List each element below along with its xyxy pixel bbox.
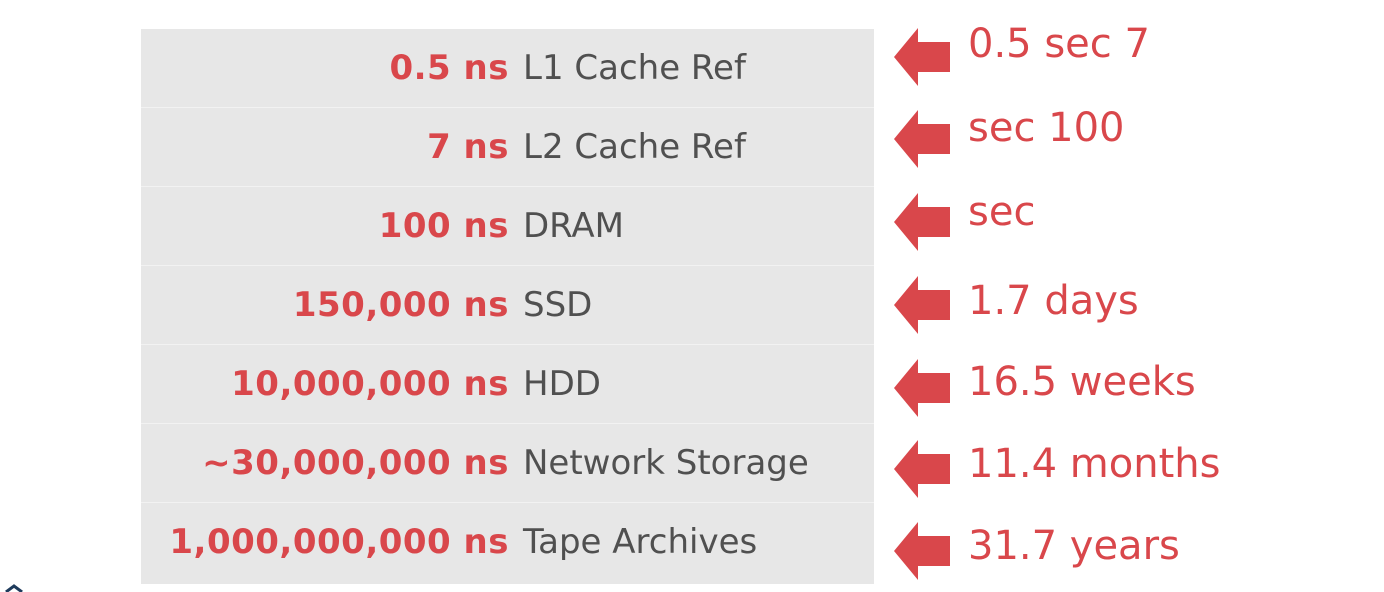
storage-label: Tape Archives — [523, 522, 758, 562]
left-arrow-icon — [894, 276, 950, 334]
slide: 0.5 ns L1 Cache Ref 7 ns L2 Cache Ref 10… — [0, 0, 1384, 592]
latency-value: 10,000,000 ns — [231, 364, 509, 404]
storage-label: L2 Cache Ref — [523, 127, 746, 167]
storage-label: SSD — [523, 285, 593, 325]
corner-decoration-icon — [5, 584, 23, 592]
latency-value: 1,000,000,000 ns — [169, 522, 509, 562]
latency-value: 100 ns — [378, 206, 509, 246]
human-scale-note: sec — [968, 189, 1036, 235]
left-arrow-icon — [894, 359, 950, 417]
latency-value: 0.5 ns — [389, 48, 509, 88]
table-row: 150,000 ns SSD — [141, 266, 874, 345]
left-arrow-icon — [894, 110, 950, 168]
left-arrow-icon — [894, 28, 950, 86]
table-row: 10,000,000 ns HDD — [141, 345, 874, 424]
storage-label: L1 Cache Ref — [523, 48, 746, 88]
table-row: 100 ns DRAM — [141, 187, 874, 266]
left-arrow-icon — [894, 440, 950, 498]
human-scale-note: 11.4 months — [968, 441, 1221, 487]
latency-value: ~30,000,000 ns — [202, 443, 509, 483]
human-scale-note: 31.7 years — [968, 523, 1180, 569]
human-scale-note: 1.7 days — [968, 278, 1139, 324]
human-scale-note: sec 100 — [968, 105, 1125, 151]
table-row: ~30,000,000 ns Network Storage — [141, 424, 874, 503]
table-row: 0.5 ns L1 Cache Ref — [141, 29, 874, 108]
table-row: 1,000,000,000 ns Tape Archives — [141, 503, 874, 582]
latency-value: 7 ns — [427, 127, 509, 167]
storage-label: Network Storage — [523, 443, 809, 483]
latency-value: 150,000 ns — [292, 285, 509, 325]
human-scale-note: 16.5 weeks — [968, 359, 1196, 405]
left-arrow-icon — [894, 522, 950, 580]
table-row: 7 ns L2 Cache Ref — [141, 108, 874, 187]
human-scale-note: 0.5 sec 7 — [968, 21, 1150, 67]
storage-label: HDD — [523, 364, 601, 404]
latency-table: 0.5 ns L1 Cache Ref 7 ns L2 Cache Ref 10… — [141, 29, 874, 584]
left-arrow-icon — [894, 193, 950, 251]
storage-label: DRAM — [523, 206, 625, 246]
